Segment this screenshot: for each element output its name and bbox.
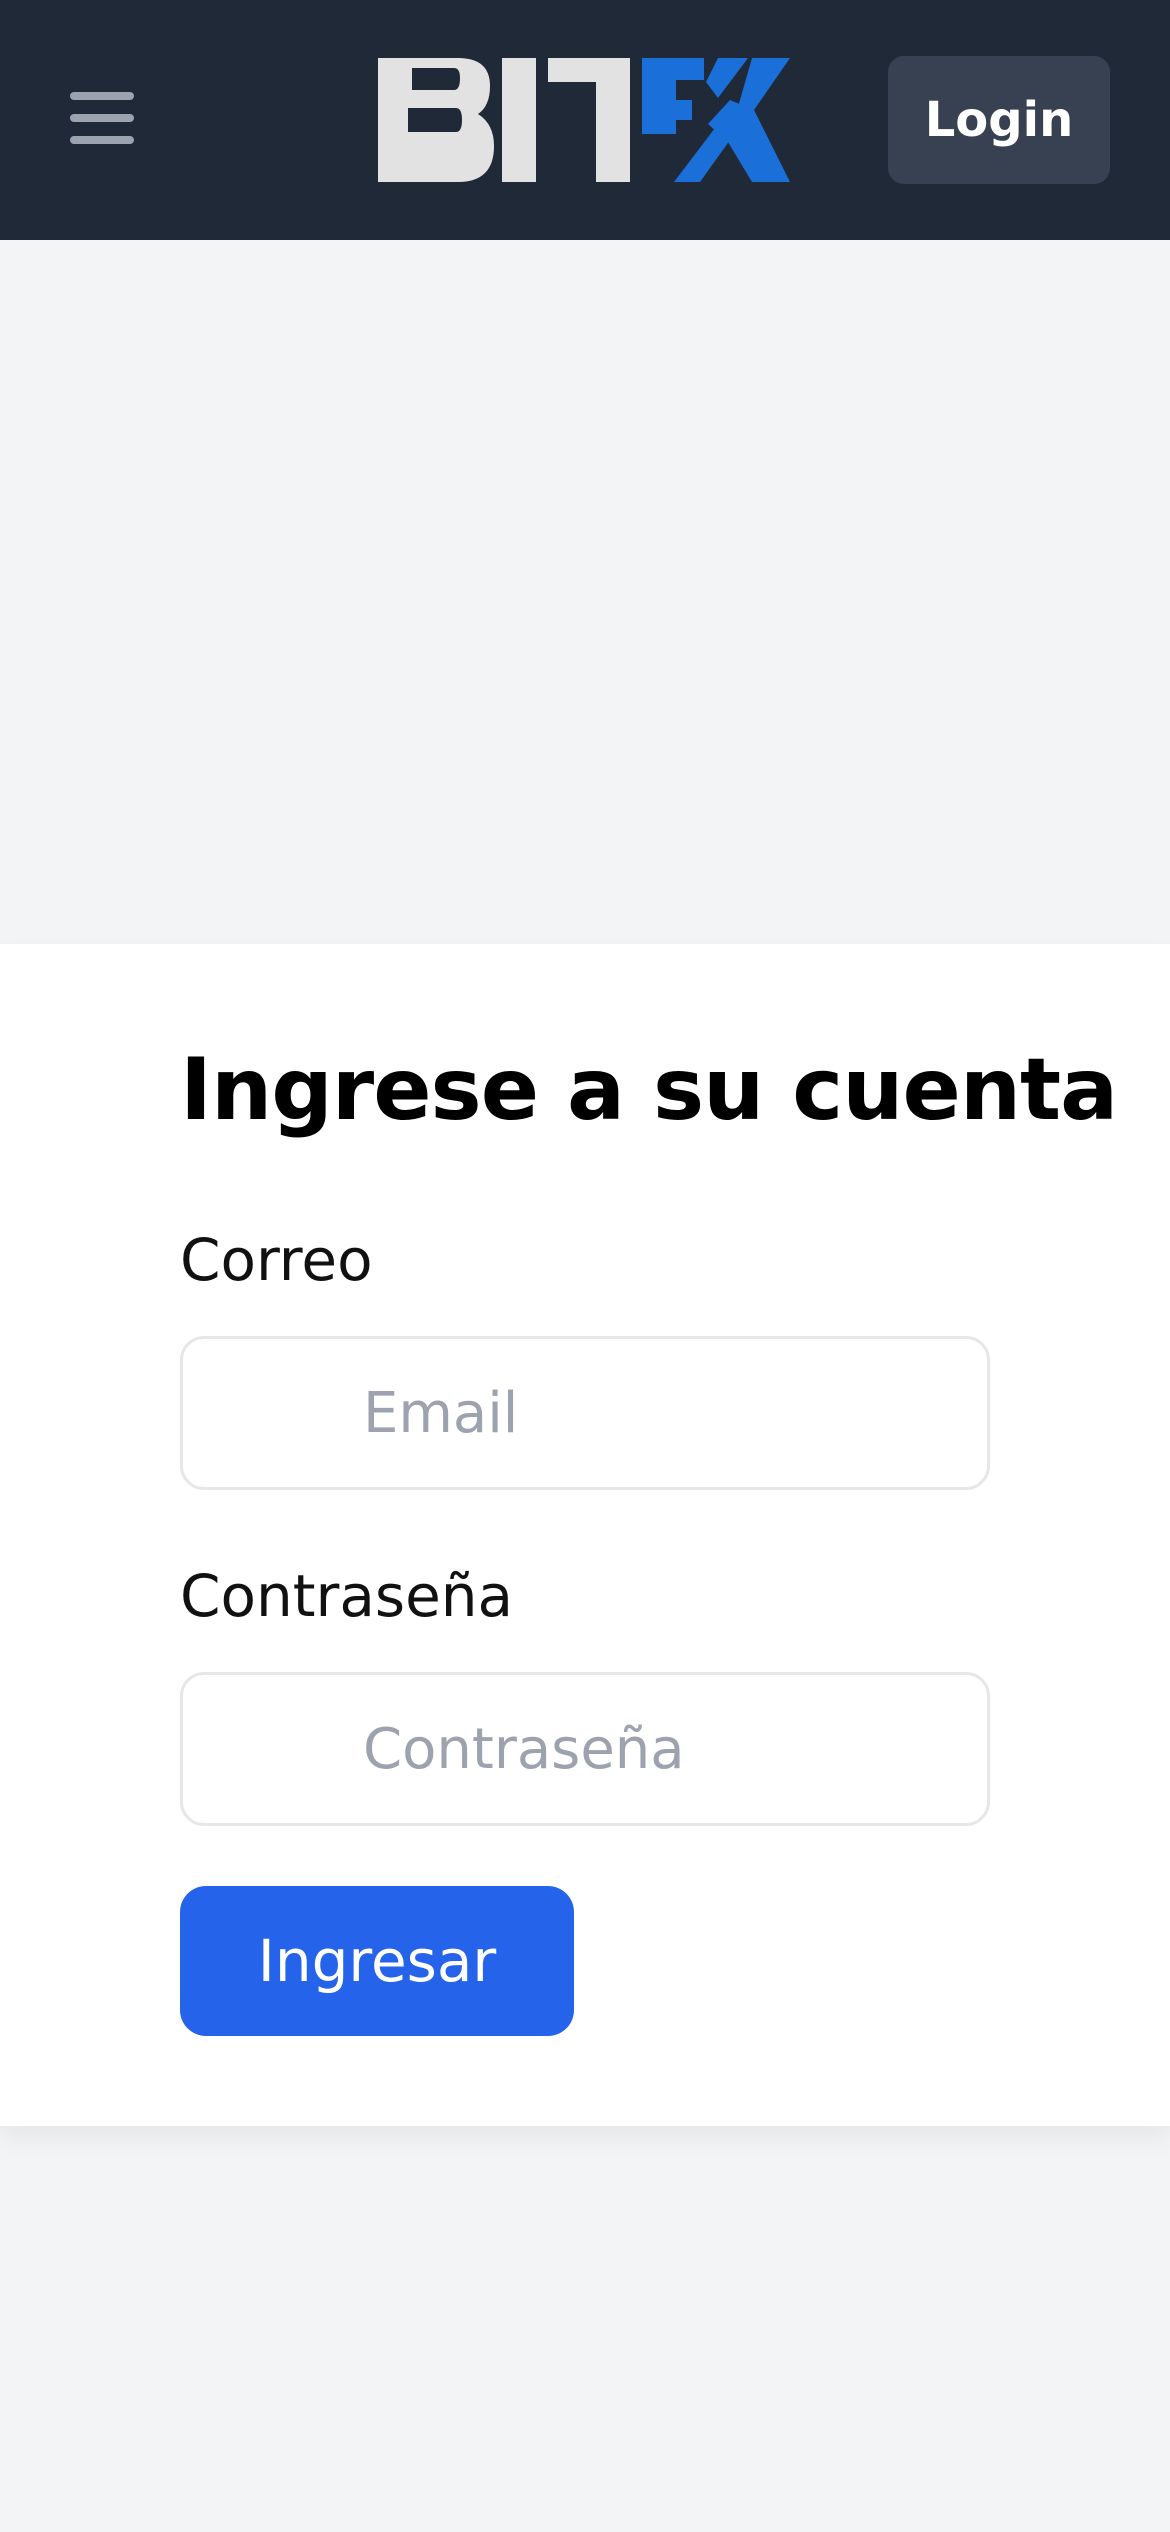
- email-label: Correo: [180, 1226, 373, 1294]
- menu-bar-top: [70, 92, 134, 100]
- top-navbar: Login: [0, 0, 1170, 240]
- logo-fx-letters: [642, 58, 790, 182]
- login-button[interactable]: Login: [888, 56, 1110, 184]
- bitfx-logo[interactable]: [378, 58, 790, 182]
- logo-bit-letters: [378, 58, 630, 182]
- menu-bar-middle: [70, 114, 134, 122]
- menu-bar-bottom: [70, 136, 134, 144]
- hamburger-menu-icon[interactable]: [62, 82, 142, 154]
- password-field[interactable]: [180, 1672, 990, 1826]
- page-title: Ingrese a su cuenta: [180, 1040, 1118, 1140]
- password-label: Contraseña: [180, 1562, 514, 1630]
- submit-button[interactable]: Ingresar: [180, 1886, 574, 2036]
- email-field[interactable]: [180, 1336, 990, 1490]
